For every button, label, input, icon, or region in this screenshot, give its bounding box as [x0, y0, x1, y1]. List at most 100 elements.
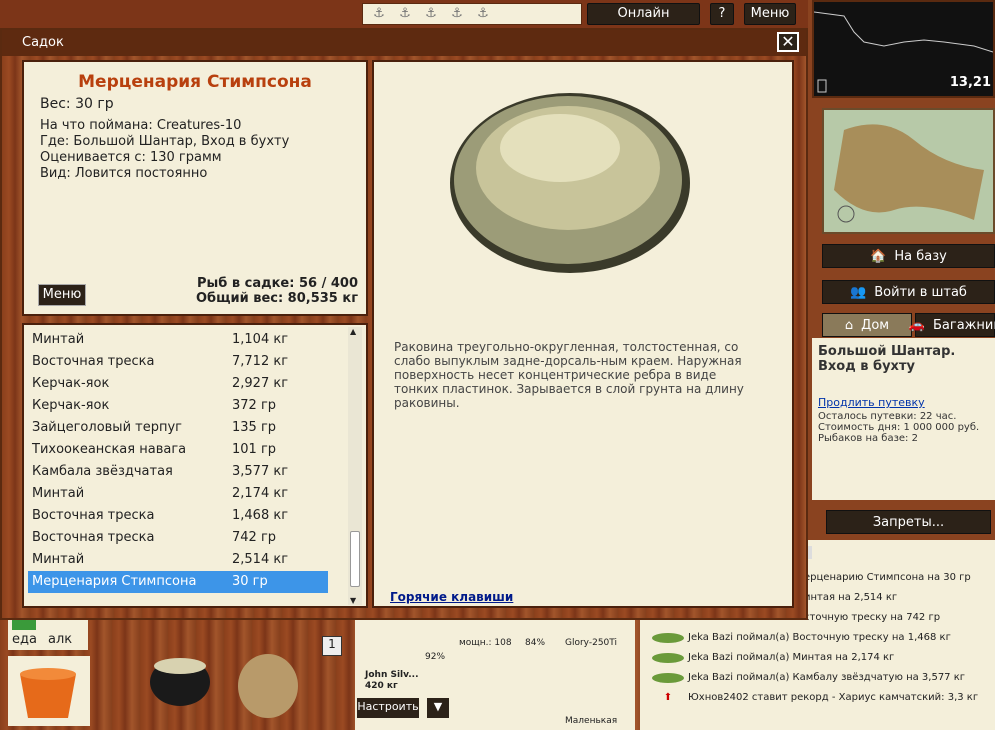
fish-list-weight: 1,468 кг: [232, 508, 289, 523]
fish-list: Минтай 1,104 кг Восточная треска 7,712 кг Ке…: [22, 323, 368, 608]
eat-bar: еда алк: [8, 618, 88, 650]
fish-list-row[interactable]: Керчак-яок 2,927 кг: [28, 373, 328, 395]
permit-left: Осталось путевки: 22 час.: [818, 411, 957, 422]
hook-icon[interactable]: ⚓: [395, 6, 415, 22]
tab-trunk[interactable]: 🚗 Багажник: [909, 313, 995, 337]
feed-line-text: Юхнов2402 ставит рекорд - Хариус камчатс…: [688, 692, 979, 703]
fish-valued: Оценивается с: 130 грамм: [40, 150, 222, 165]
fish-list-name: Зайцеголовый терпуг: [32, 420, 182, 435]
fish-list-row[interactable]: Минтай 2,174 кг: [28, 483, 328, 505]
keepnet-bag-icon[interactable]: [232, 636, 308, 720]
fish-list-weight: 1,104 кг: [232, 332, 289, 347]
fish-list-name: Тихоокеанская навага: [32, 442, 187, 457]
hook-icon[interactable]: ⚓: [447, 6, 467, 22]
tab-trunk-label: Багажник: [933, 317, 995, 333]
slot-number[interactable]: 1: [322, 636, 342, 656]
to-base-label: На базу: [894, 248, 947, 264]
fish-list-rows: Минтай 1,104 кг Восточная треска 7,712 кг Ке…: [28, 329, 366, 593]
hook-icon[interactable]: ⚓: [421, 6, 441, 22]
fish-list-name: Минтай: [32, 486, 85, 501]
fish-list-row[interactable]: Зайцеголовый терпуг 135 гр: [28, 417, 328, 439]
dialog-titlebar: Садок: [2, 30, 806, 56]
feed-line: Jeka Bazi поймал(а) Камбалу звёздчатую н…: [652, 668, 978, 688]
fish-list-row[interactable]: Камбала звёздчатая 3,577 кг: [28, 461, 328, 483]
food-level: [12, 620, 36, 630]
house-icon: 🏠: [870, 248, 887, 264]
fish-info-panel: Мерценария Стимпсона Вес: 30 гр На что п…: [22, 60, 368, 316]
fish-kind: Вид: Ловится постоянно: [40, 166, 208, 181]
fish-list-row[interactable]: Мерценария Стимпсона 30 гр: [28, 571, 328, 593]
fish-list-row[interactable]: Минтай 1,104 кг: [28, 329, 328, 351]
dialog-title: Садок: [22, 35, 64, 50]
graph-value: 13,21: [949, 75, 991, 90]
fish-list-name: Керчак-яок: [32, 398, 110, 413]
fishers-count: Рыбаков на базе: 2: [818, 433, 918, 444]
hotkeys-link[interactable]: Горячие клавиши: [390, 590, 513, 604]
keepnet-dialog: Садок ✕ Мерценария Стимпсона Вес: 30 гр …: [0, 28, 808, 620]
bans-button[interactable]: Запреты...: [826, 510, 991, 534]
fish-list-name: Минтай: [32, 552, 85, 567]
fish-list-weight: 742 гр: [232, 530, 277, 545]
fish-icon: [652, 653, 684, 663]
tab-home-label: Дом: [861, 317, 890, 333]
hook-icon[interactable]: ⚓: [369, 6, 389, 22]
fish-list-name: Восточная треска: [32, 508, 155, 523]
enter-hq-button[interactable]: 👥 Войти в штаб: [822, 280, 995, 304]
fish-list-row[interactable]: Восточная треска 1,468 кг: [28, 505, 328, 527]
feed-line-text: Jeka Bazi поймал(а) Восточную треску на …: [688, 632, 951, 643]
location-map[interactable]: [822, 108, 995, 234]
close-button[interactable]: ✕: [777, 32, 799, 52]
help-button[interactable]: ?: [710, 3, 734, 25]
food-label[interactable]: еда: [12, 632, 37, 647]
fish-icon: [652, 673, 684, 683]
record-arrow-icon: ⬆: [663, 692, 673, 703]
setup-button[interactable]: Настроить: [357, 698, 419, 718]
setup-dropdown[interactable]: ▼: [427, 698, 449, 718]
feed-line-text: Jeka Bazi поймал(а) Камбалу звёздчатую н…: [688, 672, 966, 683]
tab-home[interactable]: ⌂ Дом: [822, 313, 912, 337]
fish-icon: [652, 633, 684, 643]
feed-line: Jeka Bazi поймал(а) Восточную треску на …: [652, 628, 978, 648]
lure-name: Маленькая: [565, 716, 618, 726]
hook-slots[interactable]: ⚓ ⚓ ⚓ ⚓ ⚓: [362, 3, 582, 25]
fish-list-row[interactable]: Минтай 2,514 кг: [28, 549, 328, 571]
fish-list-name: Восточная треска: [32, 530, 155, 545]
online-services-button[interactable]: Онлайн сервисы: [587, 3, 700, 41]
list-scrollbar[interactable]: ▲ ▼: [348, 327, 362, 605]
fish-count: Рыб в садке: 56 / 400: [196, 276, 358, 291]
scroll-up-icon[interactable]: ▲: [350, 327, 356, 336]
fish-menu-button[interactable]: Меню: [38, 284, 86, 306]
feed-line: Jeka Bazi поймал(а) Минтая на 2,174 кг: [652, 648, 978, 668]
fish-list-row[interactable]: Восточная треска 742 гр: [28, 527, 328, 549]
fish-list-weight: 3,577 кг: [232, 464, 289, 479]
fish-list-row[interactable]: Тихоокеанская навага 101 гр: [28, 439, 328, 461]
fish-list-row[interactable]: Керчак-яок 372 гр: [28, 395, 328, 417]
rod-durability: 92%: [425, 652, 446, 662]
fish-name: Мерценария Стимпсона: [78, 72, 312, 92]
fish-list-name: Мерценария Стимпсона: [32, 574, 197, 589]
people-icon: 👥: [850, 284, 867, 300]
scroll-thumb[interactable]: [350, 531, 360, 587]
tackle-panel: John Silv... 420 кг 92% мощн.: 108 84% G…: [355, 618, 635, 730]
extend-permit-link[interactable]: Продлить путевку: [818, 396, 989, 409]
location-title: Большой Шантар. Вход в бухту: [818, 344, 956, 374]
cauldron-icon[interactable]: [145, 632, 215, 712]
car-icon: 🚗: [908, 317, 925, 333]
fish-list-row[interactable]: Восточная треска 7,712 кг: [28, 351, 328, 373]
hook-icon[interactable]: ⚓: [473, 6, 493, 22]
reel-power: мощн.: 108: [459, 638, 512, 648]
fish-description: Раковина треугольно-округленная, толстос…: [394, 340, 744, 410]
home-icon: ⌂: [844, 317, 854, 333]
location-info: Большой Шантар. Вход в бухту Продлить пу…: [812, 338, 995, 500]
alcohol-label[interactable]: алк: [48, 632, 72, 647]
scroll-down-icon[interactable]: ▼: [350, 596, 356, 605]
bucket-slot[interactable]: [8, 656, 90, 726]
fish-bait: На что поймана: Creatures-10: [40, 118, 242, 133]
rod-name: John Silv...: [365, 670, 419, 680]
bucket-icon: [20, 668, 76, 718]
to-base-button[interactable]: 🏠 На базу: [822, 244, 995, 268]
fish-description-panel: Раковина треугольно-округленная, толстос…: [372, 60, 794, 608]
main-menu-button[interactable]: Меню: [744, 3, 796, 25]
fish-list-weight: 2,927 кг: [232, 376, 289, 391]
fish-location: Где: Большой Шантар, Вход в бухту: [40, 134, 290, 149]
